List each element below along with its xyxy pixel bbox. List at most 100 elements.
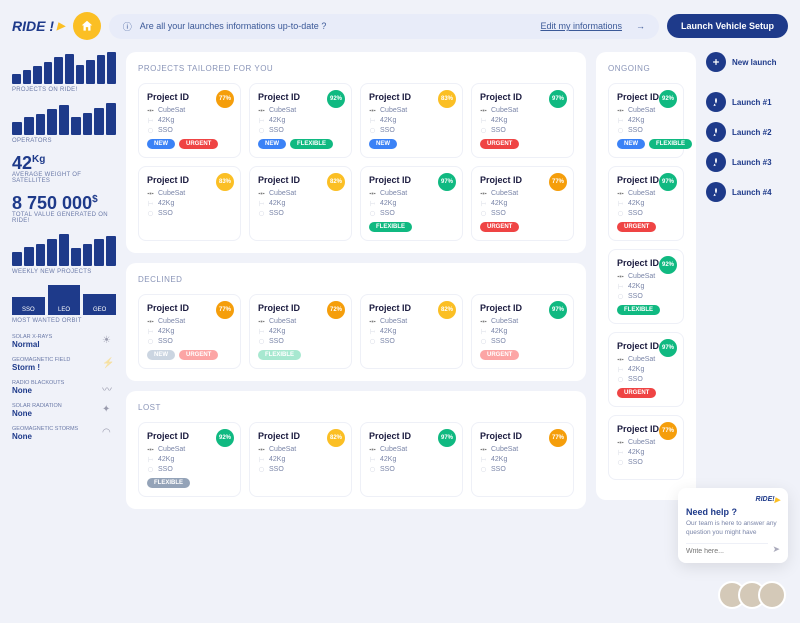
banner-question: Are all your launches informations up-to… [140,21,533,31]
launch-link-4[interactable]: Launch #4 [706,182,788,202]
project-card[interactable]: 82% Project ID CubeSat 42Kg SSO [360,294,463,369]
card-orbit: SSO [369,210,454,217]
project-card[interactable]: 92% Project ID CubeSat 42Kg SSO NEWFLEXI… [608,83,684,158]
match-badge: 77% [659,422,677,440]
match-badge: 83% [438,90,456,108]
weather-row: SOLAR RADIATION None ✦ [12,403,116,418]
card-type: CubeSat [617,273,675,280]
card-type: CubeSat [480,446,565,453]
project-card[interactable]: 97% Project ID CubeSat 42Kg SSO FLEXIBLE [360,166,463,241]
card-type: CubeSat [147,107,232,114]
launch-link-2[interactable]: Launch #2 [706,122,788,142]
match-badge: 77% [216,301,234,319]
rocket-icon [706,182,726,202]
card-orbit: SSO [258,127,343,134]
orbit-chart-label: MOST WANTED ORBIT [12,318,116,324]
project-card[interactable]: 77% Project ID CubeSat 42Kg SSO URGENT [471,166,574,241]
weather-icon: ⚡ [102,358,116,372]
card-orbit: SSO [617,293,675,300]
weather-row: GEOMAGNETIC STORMS None ◠ [12,426,116,441]
project-card[interactable]: 83% Project ID CubeSat 42Kg SSO NEW [360,83,463,158]
tag-flexible: FLEXIBLE [649,139,692,149]
weather-row: RADIO BLACKOUTS None 〰 [12,380,116,395]
card-type: CubeSat [369,318,454,325]
help-input[interactable] [686,543,768,555]
project-card[interactable]: 77% Project ID CubeSat 42Kg SSO [471,422,574,497]
tailored-panel: PROJECTS TAILORED FOR YOU 77% Project ID… [126,52,586,253]
project-card[interactable]: 83% Project ID CubeSat 42Kg SSO [138,166,241,241]
match-badge: 82% [327,429,345,447]
project-card[interactable]: 77% Project ID CubeSat 42Kg SSO [608,415,684,480]
card-type: CubeSat [147,190,232,197]
tag-new: NEW [617,139,645,149]
match-badge: 97% [549,90,567,108]
tag-urgent-m: URGENT [480,350,519,360]
card-weight: 42Kg [147,200,232,207]
weather-row: SOLAR X-RAYS Normal ☀ [12,334,116,349]
lost-title: LOST [138,403,574,412]
tag-urgent: URGENT [617,388,656,398]
card-orbit: SSO [480,210,565,217]
card-weight: 42Kg [480,456,565,463]
match-badge: 77% [549,429,567,447]
card-orbit: SSO [147,338,232,345]
card-orbit: SSO [147,466,232,473]
team-avatars[interactable] [726,581,786,609]
sidebar: PROJECTS ON RIDE! OPERATORS 42Kg AVERAGE… [12,52,116,509]
weather-icon: ☀ [102,335,116,349]
card-orbit: SSO [617,210,675,217]
match-badge: 97% [438,173,456,191]
project-card[interactable]: 97% Project ID CubeSat 42Kg SSO URGENT [471,294,574,369]
card-orbit: SSO [258,338,343,345]
project-card[interactable]: 72% Project ID CubeSat 42Kg SSO FLEXIBLE [249,294,352,369]
avatar [758,581,786,609]
new-launch-button[interactable]: New launch [706,52,788,72]
project-card[interactable]: 92% Project ID CubeSat 42Kg SSO NEWFLEXI… [249,83,352,158]
launch-link-1[interactable]: Launch #1 [706,92,788,112]
card-weight: 42Kg [617,117,675,124]
match-badge: 92% [659,256,677,274]
project-card[interactable]: 92% Project ID CubeSat 42Kg SSO FLEXIBLE [608,249,684,324]
card-type: CubeSat [617,107,675,114]
project-card[interactable]: 97% Project ID CubeSat 42Kg SSO URGENT [608,166,684,241]
launch-vehicle-setup-button[interactable]: Launch Vehicle Setup [667,14,788,38]
card-type: CubeSat [617,190,675,197]
project-card[interactable]: 97% Project ID CubeSat 42Kg SSO URGENT [471,83,574,158]
projects-chart [12,52,116,84]
plus-icon [706,52,726,72]
tag-grey: FLEXIBLE [147,478,190,488]
project-card[interactable]: 82% Project ID CubeSat 42Kg SSO [249,422,352,497]
launch-link-3[interactable]: Launch #3 [706,152,788,172]
weather-value: Normal [12,340,52,349]
send-icon[interactable]: ➤ [772,544,780,555]
tag-new-m: NEW [147,350,175,360]
project-card[interactable]: 97% Project ID CubeSat 42Kg SSO [360,422,463,497]
edit-info-link[interactable]: Edit my informations [540,21,622,31]
card-orbit: SSO [258,210,343,217]
weather-value: None [12,409,62,418]
card-weight: 42Kg [617,283,675,290]
project-card[interactable]: 97% Project ID CubeSat 42Kg SSO URGENT [608,332,684,407]
card-type: CubeSat [369,446,454,453]
ongoing-title: ONGOING [608,64,684,73]
tag-urgent: URGENT [617,222,656,232]
match-badge: 83% [216,173,234,191]
card-type: CubeSat [258,190,343,197]
declined-panel: DECLINED 77% Project ID CubeSat 42Kg SSO… [126,263,586,381]
project-card[interactable]: 77% Project ID CubeSat 42Kg SSO NEWURGEN… [138,83,241,158]
home-button[interactable] [73,12,101,40]
total-value-label: TOTAL VALUE GENERATED ON RIDE! [12,212,116,224]
card-type: CubeSat [258,446,343,453]
card-weight: 42Kg [617,449,675,456]
actions-column: New launch Launch #1 Launch #2 Launch #3… [706,52,788,509]
tag-flexible-m: FLEXIBLE [258,350,301,360]
card-weight: 42Kg [617,200,675,207]
card-type: CubeSat [617,356,675,363]
project-card[interactable]: 82% Project ID CubeSat 42Kg SSO [249,166,352,241]
orbit-bar-geo: GEO [83,294,116,315]
card-orbit: SSO [617,127,675,134]
match-badge: 97% [659,339,677,357]
card-weight: 42Kg [258,456,343,463]
project-card[interactable]: 77% Project ID CubeSat 42Kg SSO NEWURGEN… [138,294,241,369]
project-card[interactable]: 92% Project ID CubeSat 42Kg SSO FLEXIBLE [138,422,241,497]
